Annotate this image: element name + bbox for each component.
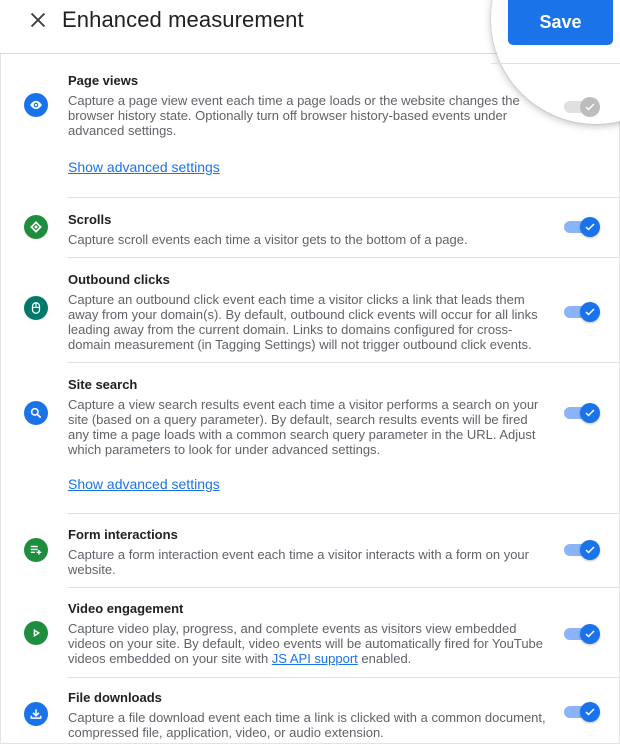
close-icon: [30, 12, 46, 28]
setting-description: Capture video play, progress, and comple…: [68, 621, 548, 666]
check-icon: [585, 409, 595, 417]
check-icon: [585, 546, 595, 554]
setting-description: Capture a page view event each time a pa…: [68, 93, 520, 138]
setting-page-views: Page views Capture a page view event eac…: [0, 55, 620, 198]
form-interactions-icon-badge: [24, 538, 48, 562]
show-advanced-settings-link[interactable]: Show advanced settings: [68, 476, 220, 492]
check-icon: [585, 308, 595, 316]
toggle-knob: [580, 302, 600, 322]
setting-description: Capture a form interaction event each ti…: [68, 547, 529, 577]
video-engagement-toggle[interactable]: [564, 624, 600, 644]
toggle-knob: [580, 702, 600, 722]
search-icon: [30, 407, 42, 419]
setting-description: Capture an outbound click event each tim…: [68, 292, 538, 352]
setting-title: Site search: [68, 377, 138, 392]
check-icon: [585, 630, 595, 638]
show-advanced-settings-link[interactable]: Show advanced settings: [68, 159, 220, 175]
outbound-clicks-toggle[interactable]: [564, 302, 600, 322]
page-title: Enhanced measurement: [62, 7, 304, 32]
setting-title: Form interactions: [68, 527, 178, 542]
toggle-knob: [580, 624, 600, 644]
check-icon: [585, 223, 595, 231]
toggle-knob: [580, 403, 600, 423]
toggle-knob: [580, 540, 600, 560]
setting-site-search: Site search Capture a view search result…: [0, 363, 620, 514]
setting-description: Capture a view search results event each…: [68, 397, 539, 457]
setting-title: Video engagement: [68, 601, 184, 616]
file-downloads-icon-badge: [24, 702, 48, 726]
save-button[interactable]: Save: [508, 0, 613, 45]
settings-list: Page views Capture a page view event eac…: [0, 55, 620, 740]
setting-video-engagement: Video engagement Capture video play, pro…: [0, 588, 620, 678]
download-icon: [30, 709, 42, 719]
setting-scrolls: Scrolls Capture scroll events each time …: [0, 198, 620, 258]
outbound-clicks-icon-badge: [24, 296, 48, 320]
toggle-knob: [580, 97, 600, 117]
setting-title: Scrolls: [68, 212, 112, 227]
toggle-knob: [580, 217, 600, 237]
description-text: enabled.: [357, 651, 412, 666]
check-icon: [585, 708, 595, 716]
setting-form-interactions: Form interactions Capture a form interac…: [0, 514, 620, 588]
page-views-icon-badge: [24, 93, 48, 117]
page-views-toggle[interactable]: [564, 97, 600, 117]
js-api-support-link[interactable]: JS API support: [272, 651, 358, 666]
mouse-icon: [31, 302, 41, 314]
site-search-toggle[interactable]: [564, 403, 600, 423]
check-icon: [585, 103, 595, 111]
form-icon: [30, 545, 42, 555]
setting-outbound-clicks: Outbound clicks Capture an outbound clic…: [0, 258, 620, 363]
setting-title: File downloads: [68, 690, 162, 705]
site-search-icon-badge: [24, 401, 48, 425]
scrolls-toggle[interactable]: [564, 217, 600, 237]
scroll-icon: [30, 221, 42, 233]
setting-title: Outbound clicks: [68, 272, 170, 287]
video-engagement-icon-badge: [24, 621, 48, 645]
setting-title: Page views: [68, 73, 139, 88]
close-button[interactable]: [27, 9, 49, 31]
form-interactions-toggle[interactable]: [564, 540, 600, 560]
setting-description: Capture scroll events each time a visito…: [68, 232, 468, 247]
setting-file-downloads: File downloads Capture a file download e…: [0, 678, 620, 740]
eye-icon: [30, 100, 42, 110]
setting-description: Capture a file download event each time …: [68, 710, 546, 740]
file-downloads-toggle[interactable]: [564, 702, 600, 722]
scrolls-icon-badge: [24, 215, 48, 239]
play-icon: [33, 628, 41, 638]
